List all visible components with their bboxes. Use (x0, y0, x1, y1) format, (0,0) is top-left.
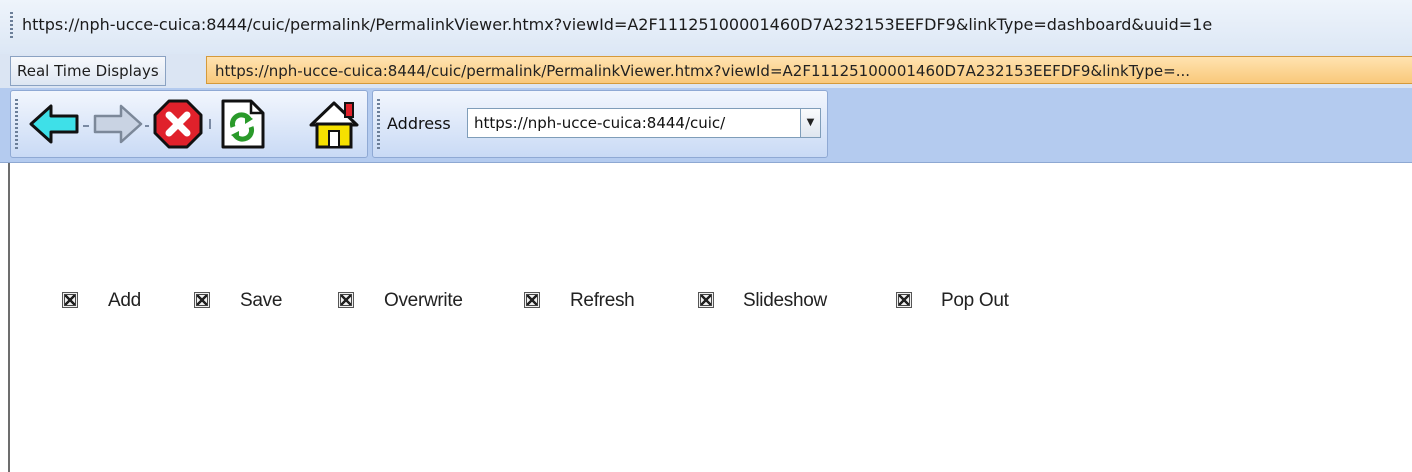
broken-image-icon (338, 292, 354, 308)
address-label: Address (387, 114, 451, 133)
refresh-label: Refresh (570, 290, 635, 311)
pop-out-label: Pop Out (941, 290, 1009, 311)
navigation-button-group (10, 90, 368, 158)
home-icon (309, 101, 359, 149)
browser-toolbar: Address ▼ (0, 88, 1412, 163)
forward-button[interactable] (91, 97, 145, 151)
separator (273, 125, 277, 127)
forward-arrow-icon (93, 104, 143, 144)
add-label: Add (108, 290, 141, 311)
broken-image-icon (62, 292, 78, 308)
stop-icon (153, 99, 203, 149)
broken-image-icon (896, 292, 912, 308)
broken-image-icon (194, 292, 210, 308)
overwrite-label: Overwrite (384, 290, 463, 311)
window-url-title: https://nph-ucce-cuica:8444/cuic/permali… (22, 15, 1213, 34)
stop-button[interactable] (151, 97, 205, 151)
broken-image-icon (524, 292, 540, 308)
title-grip (10, 12, 13, 40)
window-title-bar: https://nph-ucce-cuica:8444/cuic/permali… (0, 0, 1412, 55)
address-dropdown-button[interactable]: ▼ (801, 108, 821, 138)
save-label: Save (240, 290, 283, 311)
separator (209, 119, 211, 129)
separator (145, 125, 149, 127)
tab-real-time-displays[interactable]: Real Time Displays (10, 56, 166, 86)
refresh-button[interactable] (215, 97, 269, 151)
home-button[interactable] (307, 97, 361, 151)
broken-image-icon (698, 292, 714, 308)
toolbar-grip (15, 99, 18, 149)
tab-permalink-viewer[interactable]: https://nph-ucce-cuica:8444/cuic/permali… (206, 56, 1412, 84)
dashboard-action-bar: Add Save Overwrite Refresh Slideshow Pop… (0, 282, 1412, 322)
back-arrow-icon (29, 104, 79, 144)
slideshow-label: Slideshow (743, 290, 827, 311)
separator (83, 125, 89, 127)
address-input[interactable] (467, 108, 801, 138)
tab-strip: Real Time Displays https://nph-ucce-cuic… (0, 54, 1412, 89)
refresh-icon (221, 99, 265, 149)
address-bar-group: Address ▼ (372, 90, 828, 158)
address-grip (377, 99, 380, 149)
back-button[interactable] (27, 97, 81, 151)
chevron-down-icon: ▼ (806, 117, 815, 128)
